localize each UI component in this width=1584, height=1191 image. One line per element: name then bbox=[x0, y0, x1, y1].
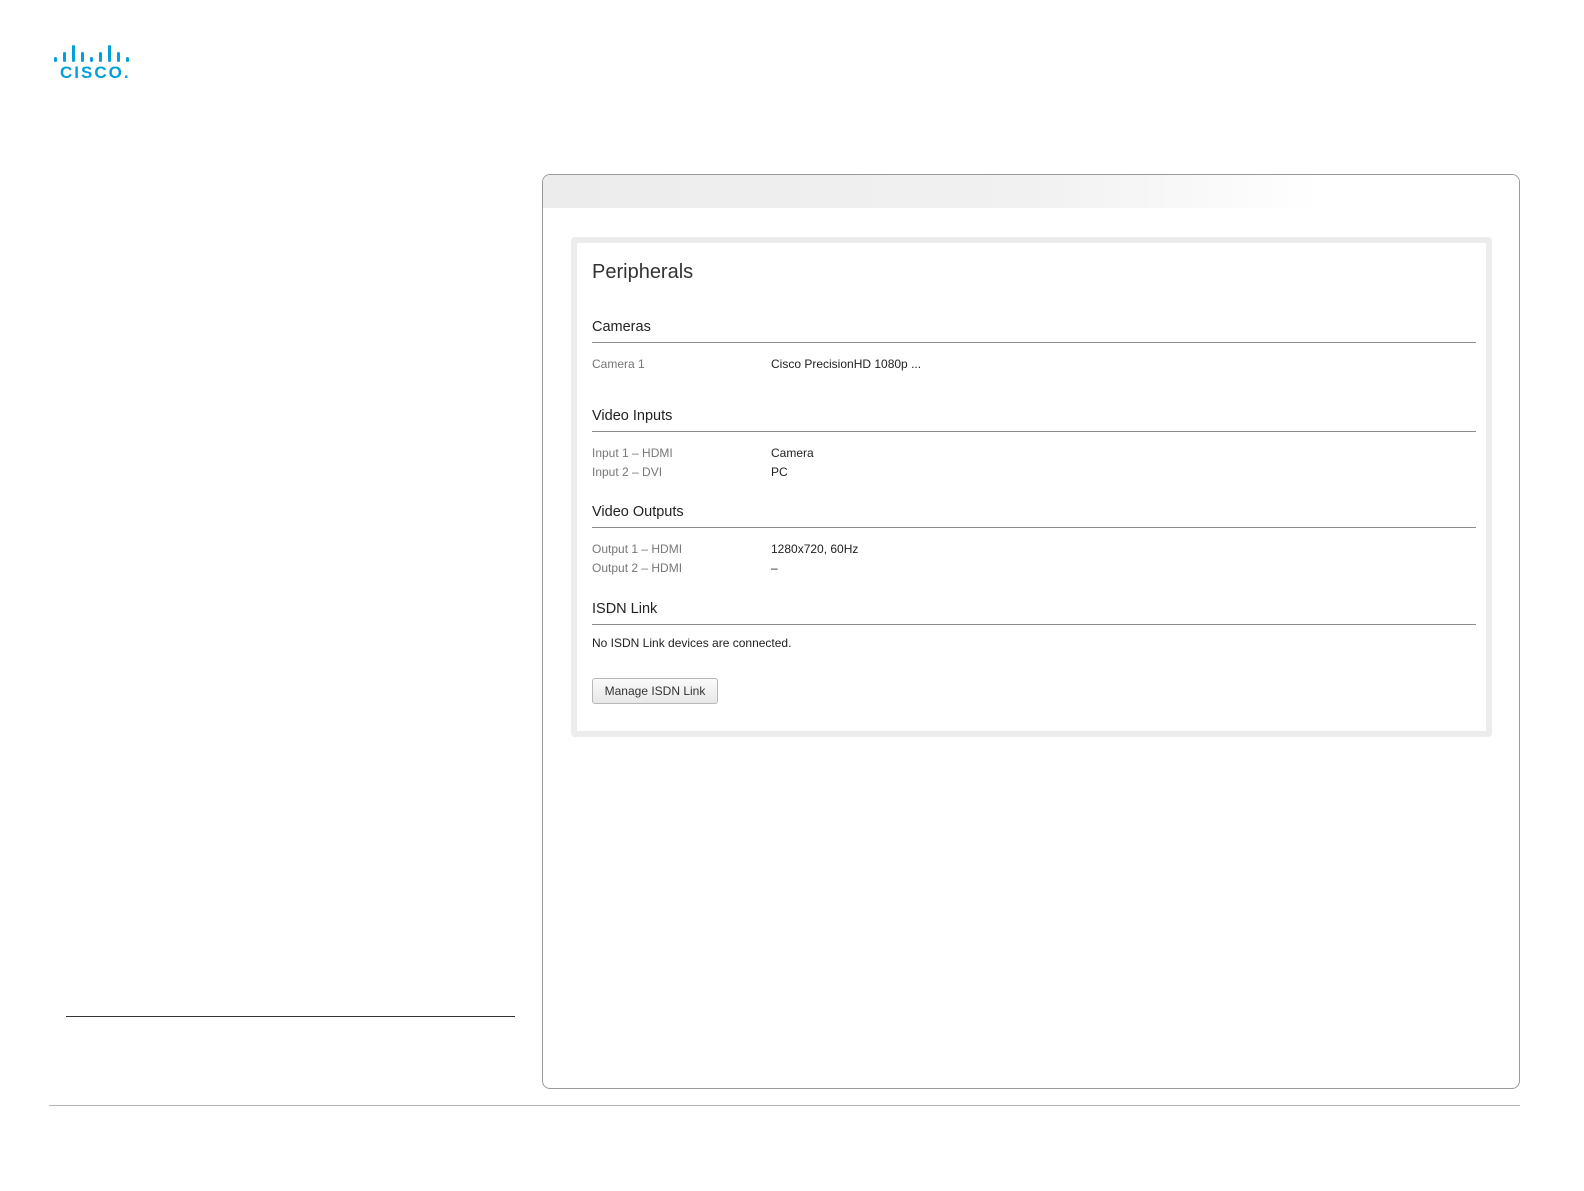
manage-isdn-link-button[interactable]: Manage ISDN Link bbox=[592, 678, 718, 704]
section-isdn-link: ISDN Link No ISDN Link devices are conne… bbox=[592, 601, 1476, 711]
section-cameras: Cameras Camera 1 Cisco PrecisionHD 1080p… bbox=[592, 319, 1476, 376]
output-2-label: Output 2 – HDMI bbox=[592, 561, 683, 575]
output-1-value: 1280x720, 60Hz bbox=[771, 542, 859, 556]
cisco-logo-bars-icon bbox=[52, 42, 129, 62]
screen-header-bar bbox=[543, 175, 1519, 208]
input-1-value: Camera bbox=[771, 446, 814, 460]
output-2-value: – bbox=[771, 561, 778, 575]
left-divider bbox=[66, 1016, 515, 1017]
section-video-outputs: Video Outputs Output 1 – HDMI 1280x720, … bbox=[592, 504, 1476, 580]
section-heading-cameras: Cameras bbox=[592, 319, 1476, 343]
output-1-label: Output 1 – HDMI bbox=[592, 542, 683, 556]
input-2-label: Input 2 – DVI bbox=[592, 465, 663, 479]
video-input-row: Input 2 – DVI PC bbox=[592, 465, 1476, 484]
input-2-value: PC bbox=[771, 465, 788, 479]
video-input-row: Input 1 – HDMI Camera bbox=[592, 446, 1476, 465]
camera-1-label: Camera 1 bbox=[592, 357, 645, 371]
footer-divider bbox=[49, 1105, 1520, 1106]
video-output-row: Output 1 – HDMI 1280x720, 60Hz bbox=[592, 542, 1476, 561]
section-video-inputs: Video Inputs Input 1 – HDMI Camera Input… bbox=[592, 408, 1476, 484]
cisco-wordmark: CISCO. bbox=[60, 63, 131, 82]
section-heading-isdn-link: ISDN Link bbox=[592, 601, 1476, 625]
isdn-status-message: No ISDN Link devices are connected. bbox=[592, 636, 792, 650]
page-title: Peripherals bbox=[592, 261, 694, 283]
camera-1-value: Cisco PrecisionHD 1080p ... bbox=[771, 357, 922, 371]
cisco-logo: CISCO. bbox=[52, 42, 131, 82]
video-output-row: Output 2 – HDMI – bbox=[592, 561, 1476, 580]
section-heading-video-outputs: Video Outputs bbox=[592, 504, 1476, 528]
input-1-label: Input 1 – HDMI bbox=[592, 446, 673, 460]
camera-row: Camera 1 Cisco PrecisionHD 1080p ... bbox=[592, 357, 1476, 376]
section-heading-video-inputs: Video Inputs bbox=[592, 408, 1476, 432]
screenshot-frame: Peripherals Cameras Camera 1 Cisco Preci… bbox=[542, 174, 1520, 1089]
peripherals-panel: Peripherals Cameras Camera 1 Cisco Preci… bbox=[571, 237, 1492, 737]
